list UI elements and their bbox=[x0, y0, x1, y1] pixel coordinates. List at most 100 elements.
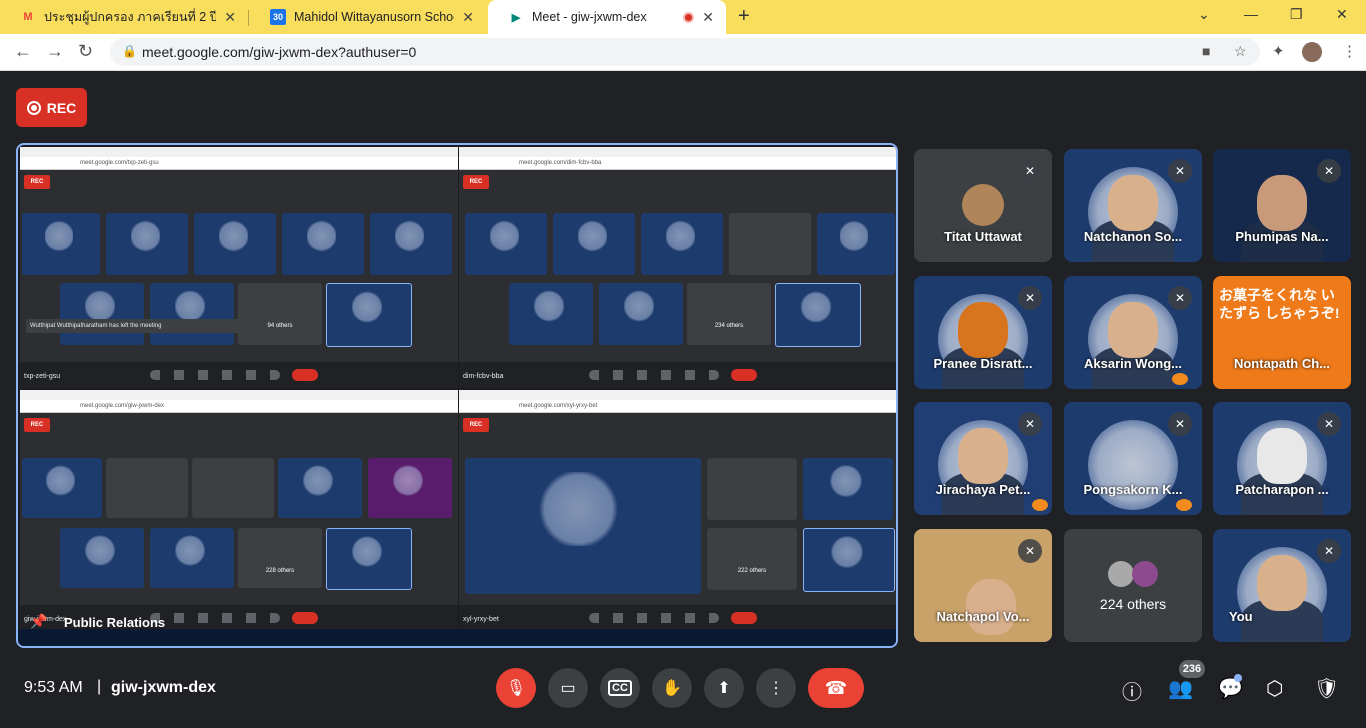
mini-rec: REC bbox=[463, 418, 489, 432]
url-text: meet.google.com/giw-jxwm-dex?authuser=0 bbox=[142, 44, 417, 60]
camera-icon[interactable]: ■ bbox=[1202, 43, 1210, 59]
forward-icon[interactable]: → bbox=[46, 41, 64, 62]
mic-off-icon: ✕ bbox=[1018, 539, 1042, 563]
people-icon[interactable]: 👥 bbox=[1168, 676, 1193, 701]
avatar bbox=[962, 184, 1004, 226]
back-icon[interactable]: ← bbox=[14, 41, 32, 62]
participant-tile[interactable]: ✕ Pongsakorn K... bbox=[1064, 402, 1202, 515]
mini-rec: REC bbox=[463, 175, 489, 189]
pin-icon[interactable]: 📌 bbox=[30, 613, 47, 630]
reload-icon[interactable]: ↻ bbox=[78, 41, 93, 62]
captions-button[interactable]: CC bbox=[600, 668, 640, 708]
camera-icon: ▭ bbox=[560, 680, 576, 697]
mic-off-icon: ✕ bbox=[1018, 286, 1042, 310]
mini-self-tile bbox=[803, 528, 895, 592]
mini-tile bbox=[509, 283, 593, 345]
menu-icon[interactable]: ⋮ bbox=[1342, 42, 1357, 60]
participant-name: Aksarin Wong... bbox=[1084, 356, 1182, 371]
participant-tile[interactable]: お菓子をくれな いたずら しちゃうぞ! Nontapath Ch... bbox=[1213, 276, 1351, 389]
participant-name: Jirachaya Pet... bbox=[935, 482, 1031, 497]
participant-tile[interactable]: ✕ Pranee Disratt... bbox=[914, 276, 1052, 389]
browser-tab-gmail[interactable]: M ประชุมผู้ปกครอง ภาคเรียนที่ 2 ปีการศึ … bbox=[0, 0, 248, 34]
captions-icon: CC bbox=[608, 680, 632, 696]
others-tile[interactable]: 224 others bbox=[1064, 529, 1202, 642]
mini-tile bbox=[106, 213, 188, 275]
mic-off-icon: ✕ bbox=[1317, 159, 1341, 183]
mini-tile bbox=[278, 458, 362, 518]
mic-off-icon: ✕ bbox=[1317, 412, 1341, 436]
phone-hangup-icon: ☎ bbox=[824, 677, 848, 698]
participant-tile[interactable]: ✕ Patcharapon ... bbox=[1213, 402, 1351, 515]
raise-hand-button[interactable]: ✋ bbox=[652, 668, 692, 708]
camera-toggle-button[interactable]: ▭ bbox=[548, 668, 588, 708]
browser-tab-strip: M ประชุมผู้ปกครอง ภาคเรียนที่ 2 ปีการศึ … bbox=[0, 0, 1366, 34]
presentation-view[interactable]: meet.google.com/txp-zeti-gsu REC 94 othe… bbox=[16, 143, 898, 648]
extensions-icon[interactable]: ✦ bbox=[1272, 42, 1285, 60]
mini-tile bbox=[368, 458, 452, 518]
shared-meet-window: meet.google.com/xyl-yrxy-bet REC 222 oth… bbox=[459, 390, 896, 631]
close-icon[interactable]: ✕ bbox=[702, 9, 714, 26]
participant-tile[interactable]: ✕ Aksarin Wong... bbox=[1064, 276, 1202, 389]
host-controls-icon[interactable]: 🛡 bbox=[1314, 676, 1339, 701]
participant-name: Titat Uttawat bbox=[944, 229, 1022, 244]
star-icon[interactable]: ☆ bbox=[1234, 43, 1247, 60]
mini-tile bbox=[194, 213, 276, 275]
minimize-icon[interactable]: — bbox=[1244, 6, 1258, 22]
people-count-badge: 236 bbox=[1179, 660, 1205, 678]
window-close-icon[interactable]: ✕ bbox=[1336, 6, 1348, 23]
mic-toggle-button[interactable]: 🎙 bbox=[496, 668, 536, 708]
mini-tab-strip bbox=[459, 147, 896, 157]
mini-tile bbox=[192, 458, 274, 518]
meet-icon: ▶ bbox=[511, 11, 521, 24]
new-tab-icon[interactable]: + bbox=[738, 5, 750, 28]
mini-tile bbox=[150, 283, 234, 345]
mini-tile bbox=[22, 458, 102, 518]
leave-call-button[interactable]: ☎ bbox=[808, 668, 864, 708]
self-tile[interactable]: ✕ You bbox=[1213, 529, 1351, 642]
participant-tile[interactable]: ✕ Jirachaya Pet... bbox=[914, 402, 1052, 515]
shared-meet-window: meet.google.com/giw-jxwm-dex REC 228 oth… bbox=[20, 390, 458, 631]
activities-icon[interactable]: ⬡ bbox=[1266, 676, 1283, 701]
windows-taskbar bbox=[18, 629, 896, 646]
divider: | bbox=[97, 678, 102, 695]
meeting-code: giw-jxwm-dex bbox=[111, 679, 216, 696]
participant-name: Pongsakorn K... bbox=[1083, 482, 1183, 497]
mini-tile bbox=[707, 458, 797, 520]
chevron-down-icon[interactable]: ⌄ bbox=[1198, 6, 1210, 23]
mini-rec: REC bbox=[24, 418, 50, 432]
recording-indicator[interactable]: REC bbox=[16, 88, 87, 127]
mini-address: meet.google.com/txp-zeti-gsu bbox=[20, 157, 458, 170]
info-icon[interactable]: ⓘ bbox=[1122, 676, 1142, 705]
browser-tab-meet[interactable]: ▶ Meet - giw-jxwm-dex ✕ bbox=[488, 0, 726, 34]
halloween-overlay-text: お菓子をくれな いたずら しちゃうぞ! bbox=[1219, 287, 1340, 321]
mini-tile bbox=[465, 213, 547, 275]
participant-tile[interactable]: ✕ Phumipas Na... bbox=[1213, 149, 1351, 262]
present-button[interactable]: ⬆ bbox=[704, 668, 744, 708]
browser-tab-calendar[interactable]: 30 Mahidol Wittayanusorn School - ✕ bbox=[250, 0, 486, 34]
mic-off-icon: ✕ bbox=[1018, 159, 1042, 183]
participant-name: Pranee Disratt... bbox=[933, 356, 1033, 371]
participant-tile[interactable]: ✕ Titat Uttawat bbox=[914, 149, 1052, 262]
tab-title: ประชุมผู้ปกครอง ภาคเรียนที่ 2 ปีการศึ bbox=[44, 10, 217, 24]
record-icon bbox=[26, 100, 41, 115]
participant-name: Natchanon So... bbox=[1083, 229, 1183, 244]
profile-avatar[interactable] bbox=[1302, 42, 1322, 62]
shared-meet-window: meet.google.com/txp-zeti-gsu REC 94 othe… bbox=[20, 147, 458, 388]
tab-title: Mahidol Wittayanusorn School - bbox=[294, 10, 455, 24]
mini-others-tile: 94 others bbox=[238, 283, 322, 345]
mini-tab-strip bbox=[20, 390, 458, 400]
participant-name: Patcharapon ... bbox=[1235, 482, 1329, 497]
mini-address: meet.google.com/xyl-yrxy-bet bbox=[459, 400, 896, 413]
browser-toolbar: ← → ↻ 🔒 meet.google.com/giw-jxwm-dex?aut… bbox=[0, 34, 1366, 71]
more-options-button[interactable]: ⋮ bbox=[756, 668, 796, 708]
address-bar[interactable]: 🔒 meet.google.com/giw-jxwm-dex?authuser=… bbox=[110, 38, 1260, 66]
mini-others-tile: 234 others bbox=[687, 283, 771, 345]
restore-icon[interactable]: ❐ bbox=[1290, 6, 1303, 23]
mini-tab-strip bbox=[459, 390, 896, 400]
mini-controls: txp-zeti-gsu bbox=[20, 362, 458, 388]
close-icon[interactable]: ✕ bbox=[462, 9, 474, 26]
mini-self-tile bbox=[326, 283, 412, 347]
close-icon[interactable]: ✕ bbox=[224, 9, 236, 26]
participant-tile[interactable]: ✕ Natchapol Vo... bbox=[914, 529, 1052, 642]
participant-tile[interactable]: ✕ Natchanon So... bbox=[1064, 149, 1202, 262]
